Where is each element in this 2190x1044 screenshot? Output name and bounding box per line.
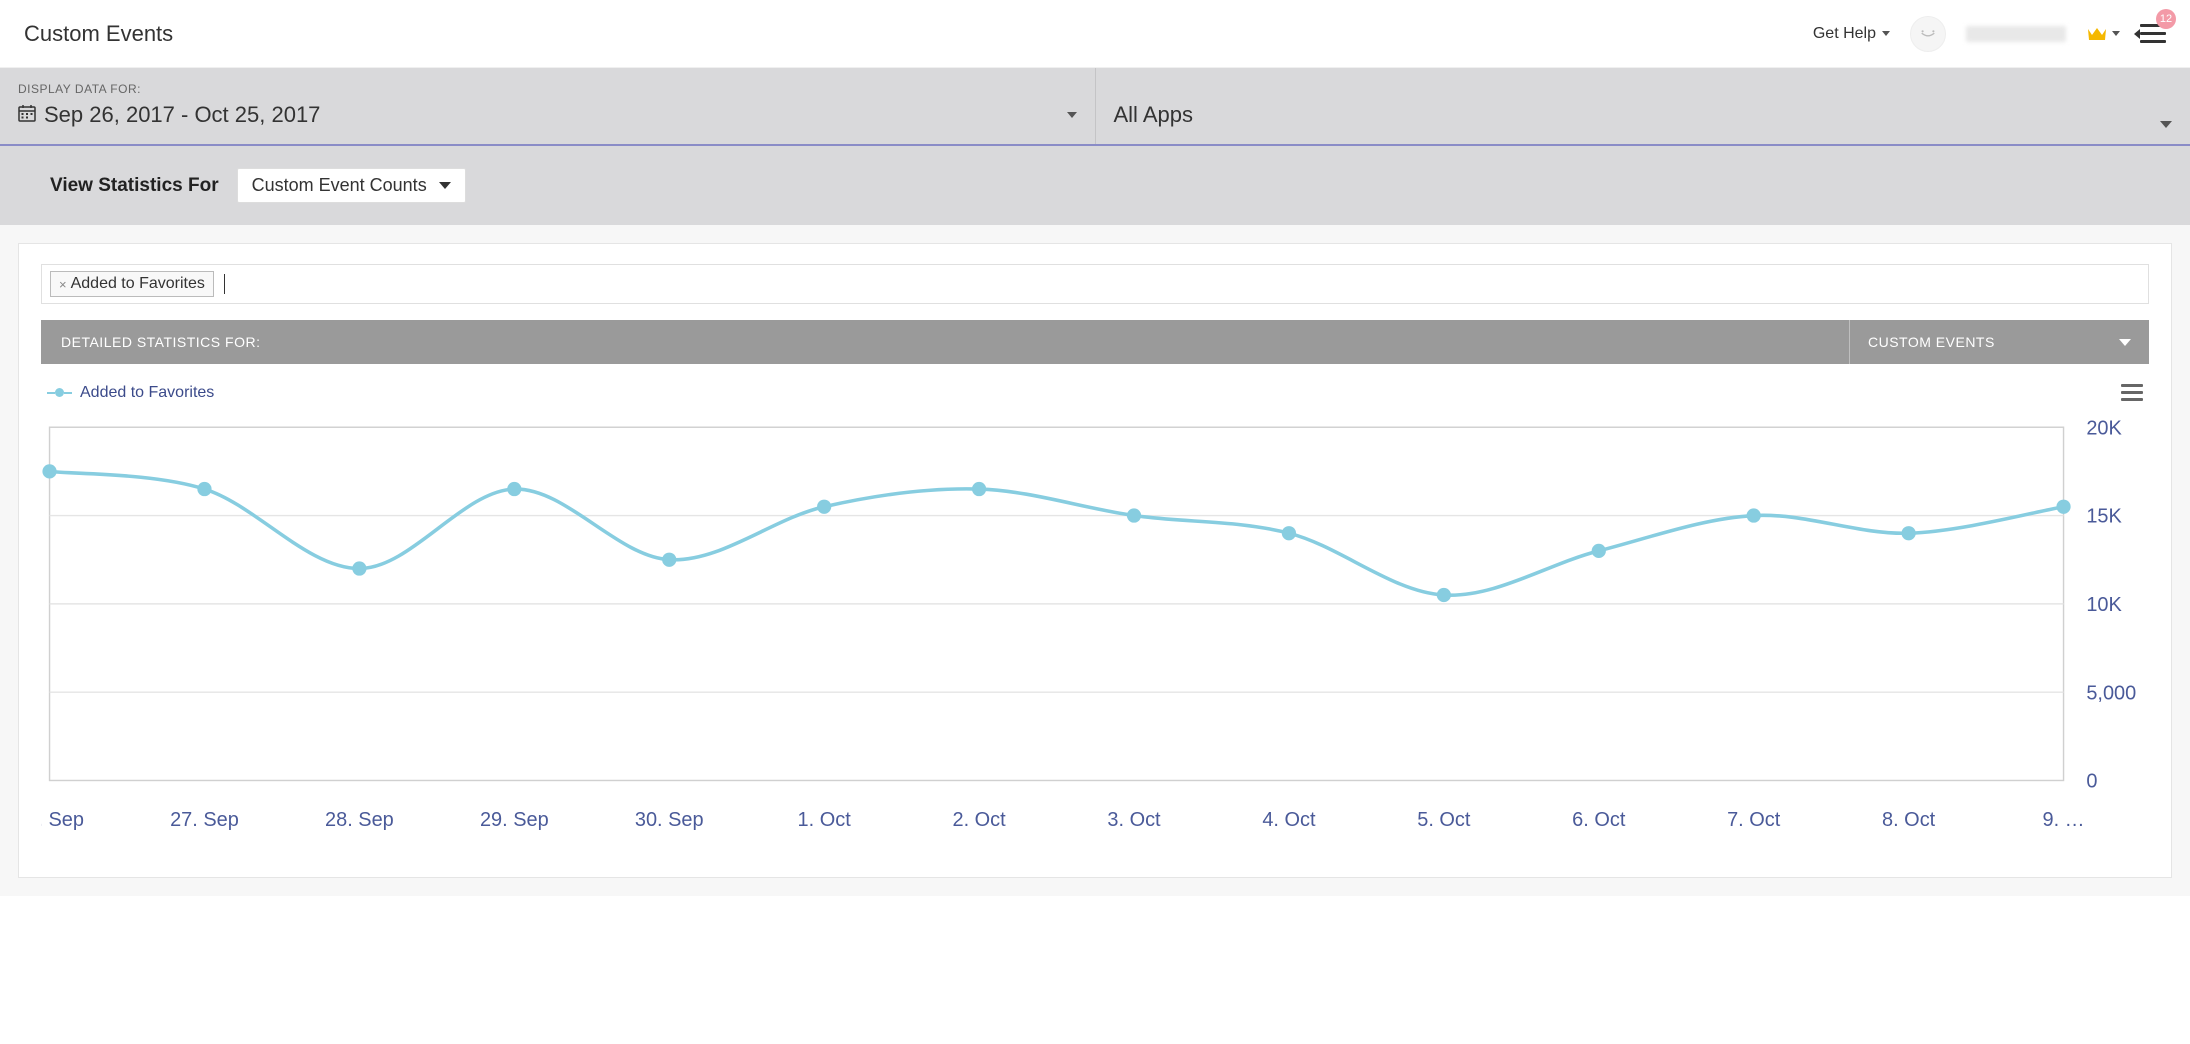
view-stats-label: View Statistics For: [50, 175, 219, 197]
svg-text:10K: 10K: [2086, 594, 2122, 616]
svg-text:28. Sep: 28. Sep: [325, 809, 394, 831]
filter-row: DISPLAY DATA FOR:: [0, 68, 2190, 146]
svg-text:0: 0: [2086, 771, 2097, 793]
svg-text:3. Oct: 3. Oct: [1107, 809, 1161, 831]
filter-zone: DISPLAY DATA FOR:: [0, 68, 2190, 225]
svg-text:2. Oct: 2. Oct: [952, 809, 1006, 831]
crown-menu[interactable]: [2086, 25, 2120, 43]
notification-badge: 12: [2156, 9, 2176, 29]
text-cursor: [224, 274, 225, 294]
page-title: Custom Events: [24, 21, 173, 47]
user-name-blurred: [1966, 26, 2066, 42]
caret-down-icon: [2160, 121, 2172, 128]
stats-type-value: Custom Event Counts: [252, 175, 427, 196]
topbar-right: Get Help 12: [1813, 16, 2166, 52]
crown-icon: [2086, 25, 2108, 43]
legend-item[interactable]: Added to Favorites: [47, 384, 214, 402]
apps-filter-value: All Apps: [1114, 102, 1194, 128]
svg-text:9. …: 9. …: [2042, 809, 2084, 831]
topbar: Custom Events Get Help 12: [0, 0, 2190, 68]
detailed-stats-header: DETAILED STATISTICS FOR: CUSTOM EVENTS: [41, 320, 2149, 364]
filter-chip: × Added to Favorites: [50, 271, 214, 297]
svg-text:30. Sep: 30. Sep: [635, 809, 704, 831]
remove-chip-button[interactable]: ×: [59, 277, 67, 292]
svg-text:5,000: 5,000: [2086, 682, 2136, 704]
filter-chip-label: Added to Favorites: [71, 275, 205, 293]
chevron-down-icon: [2112, 31, 2120, 36]
main-menu-button[interactable]: 12: [2140, 19, 2166, 48]
custom-events-dropdown[interactable]: CUSTOM EVENTS: [1849, 320, 2149, 364]
view-stats-row: View Statistics For Custom Event Counts: [0, 146, 2190, 225]
chart: 0 5,000 10K 15K 20K 26. Sep 27. Sep 28. Sep 29. …: [41, 413, 2149, 855]
get-help-menu[interactable]: Get Help: [1813, 25, 1890, 43]
detailed-stats-label: DETAILED STATISTICS FOR:: [41, 320, 1849, 364]
svg-text:15K: 15K: [2086, 506, 2122, 528]
event-filter-input[interactable]: × Added to Favorites: [41, 264, 2149, 304]
svg-text:6. Oct: 6. Oct: [1572, 809, 1626, 831]
avatar[interactable]: [1910, 16, 1946, 52]
svg-text:4. Oct: 4. Oct: [1262, 809, 1316, 831]
calendar-icon: [18, 102, 36, 128]
svg-text:26. Sep: 26. Sep: [41, 809, 84, 831]
stats-type-select[interactable]: Custom Event Counts: [237, 168, 466, 203]
caret-down-icon: [439, 182, 451, 189]
chevron-down-icon: [1882, 31, 1890, 36]
get-help-label: Get Help: [1813, 25, 1876, 43]
chevron-down-icon: [1067, 112, 1077, 118]
date-range-filter[interactable]: DISPLAY DATA FOR:: [0, 68, 1096, 144]
triangle-left-icon: [2134, 29, 2140, 39]
custom-events-dropdown-label: CUSTOM EVENTS: [1868, 334, 1995, 350]
stats-card: × Added to Favorites DETAILED STATISTICS…: [18, 243, 2172, 878]
caret-down-icon: [2119, 339, 2131, 346]
smile-icon: [1919, 29, 1937, 39]
legend-marker-icon: [47, 388, 72, 397]
svg-text:1. Oct: 1. Oct: [798, 809, 852, 831]
svg-text:7. Oct: 7. Oct: [1727, 809, 1781, 831]
date-range-value: Sep 26, 2017 - Oct 25, 2017: [44, 102, 320, 128]
display-data-label: DISPLAY DATA FOR:: [18, 82, 1077, 96]
chart-zone: Added to Favorites 0 5,000 10K 15K 20K 26. Se…: [19, 364, 2171, 877]
apps-filter[interactable]: All Apps: [1096, 68, 2190, 144]
svg-text:5. Oct: 5. Oct: [1417, 809, 1471, 831]
svg-text:8. Oct: 8. Oct: [1882, 809, 1936, 831]
chart-menu-button[interactable]: [2121, 380, 2143, 405]
svg-text:29. Sep: 29. Sep: [480, 809, 549, 831]
svg-text:27. Sep: 27. Sep: [170, 809, 239, 831]
svg-text:20K: 20K: [2086, 417, 2122, 439]
legend-label: Added to Favorites: [80, 384, 214, 402]
